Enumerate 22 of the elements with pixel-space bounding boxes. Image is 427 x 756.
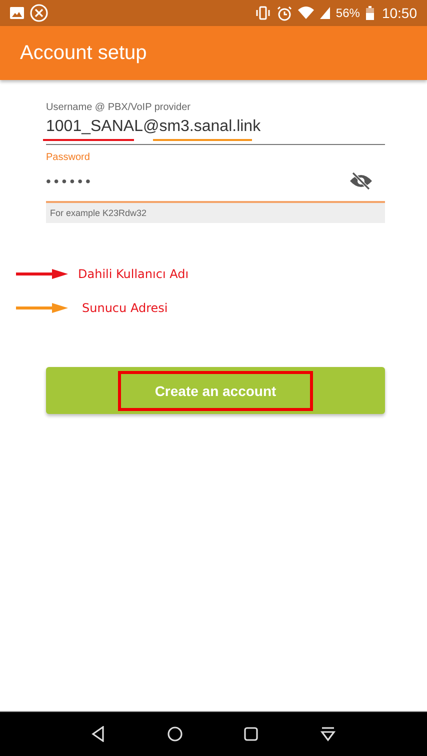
back-icon[interactable] <box>90 726 105 742</box>
clock: 10:50 <box>382 5 417 21</box>
recents-icon[interactable] <box>244 727 258 741</box>
signal-icon <box>320 7 330 19</box>
annotation-label: Dahili Kullanıcı Adı <box>78 267 189 281</box>
wifi-icon <box>298 6 314 20</box>
password-value: •••••• <box>46 173 94 189</box>
screen-title: Account setup <box>20 42 147 64</box>
vibrate-icon <box>254 6 271 20</box>
close-icon <box>30 4 48 22</box>
hint-text: For example K23Rdw32 <box>46 203 385 223</box>
username-value: 1001_SANAL@sm3.sanal.link <box>46 118 262 136</box>
battery-level: 56% <box>336 6 360 20</box>
hidden-eye-icon[interactable] <box>349 171 373 191</box>
image-icon <box>10 7 24 19</box>
alarm-icon <box>276 6 292 20</box>
battery-icon <box>366 6 374 20</box>
annotation-label: Sunucu Adresi <box>82 301 168 315</box>
home-icon[interactable] <box>166 726 183 742</box>
field-label: Password <box>46 152 91 163</box>
field-label: Username @ PBX/VoIP provider <box>46 102 192 113</box>
notification-pull-icon[interactable] <box>320 726 336 742</box>
